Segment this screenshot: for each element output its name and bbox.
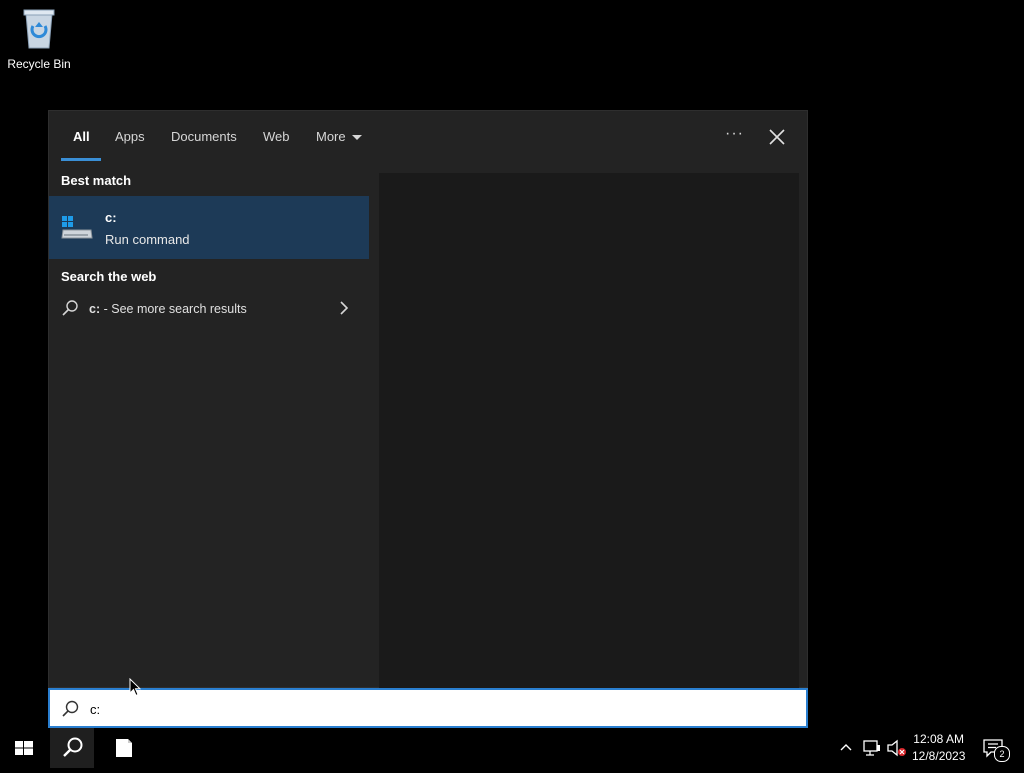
taskbar-file-app[interactable] (110, 728, 138, 768)
search-tabs: All Apps Documents Web More ··· (49, 111, 807, 163)
document-icon (116, 739, 132, 757)
tab-more[interactable]: More (316, 129, 362, 144)
web-result-suffix: - See more search results (100, 302, 247, 316)
clock[interactable]: 12:08 AM 12/8/2023 (912, 731, 966, 765)
best-match-subtitle: Run command (105, 232, 190, 247)
recycle-bin-icon (23, 9, 55, 49)
notification-count-badge: 2 (994, 746, 1010, 762)
tab-documents[interactable]: Documents (171, 129, 237, 144)
chevron-up-icon[interactable] (838, 740, 854, 756)
tab-more-label: More (316, 129, 346, 144)
best-match-header: Best match (61, 173, 132, 188)
search-panel: All Apps Documents Web More ··· Best mat… (48, 110, 808, 688)
chevron-right-icon[interactable] (337, 299, 351, 317)
web-result-text: c: - See more search results (89, 302, 247, 316)
caret-down-icon (351, 135, 362, 141)
system-tray (836, 728, 912, 768)
clock-time: 12:08 AM (913, 732, 964, 746)
start-button[interactable] (10, 728, 38, 768)
drive-icon (61, 216, 93, 239)
notification-center-button[interactable]: 2 (982, 738, 1010, 762)
tab-apps[interactable]: Apps (115, 129, 145, 144)
preview-pane (379, 173, 799, 688)
web-result-query: c: (89, 302, 101, 316)
search-icon (63, 737, 83, 757)
windows-logo-icon (15, 741, 33, 755)
recycle-bin-label: Recycle Bin (7, 57, 71, 71)
more-options-button[interactable]: ··· (725, 125, 744, 143)
active-tab-indicator (61, 158, 101, 161)
mouse-cursor-icon (129, 678, 141, 697)
close-icon[interactable] (765, 125, 789, 149)
search-input[interactable] (88, 697, 792, 721)
best-match-title: c: (105, 210, 117, 225)
taskbar: 12:08 AM 12/8/2023 2 (0, 728, 1024, 768)
search-icon (62, 300, 78, 316)
taskbar-search-button[interactable] (50, 728, 94, 768)
search-box[interactable] (48, 688, 808, 728)
tab-all[interactable]: All (73, 129, 90, 144)
results-list: Best match c: Run command Search the web… (49, 163, 369, 688)
web-result-item[interactable]: c: - See more search results (49, 295, 369, 323)
best-match-item[interactable]: c: Run command (49, 196, 369, 259)
network-icon[interactable] (862, 739, 882, 757)
recycle-bin-shortcut[interactable]: Recycle Bin (4, 6, 74, 71)
tab-web[interactable]: Web (263, 129, 290, 144)
volume-muted-icon[interactable] (886, 739, 908, 757)
search-icon (62, 700, 79, 717)
clock-date: 12/8/2023 (912, 749, 966, 763)
search-web-header: Search the web (61, 269, 157, 284)
